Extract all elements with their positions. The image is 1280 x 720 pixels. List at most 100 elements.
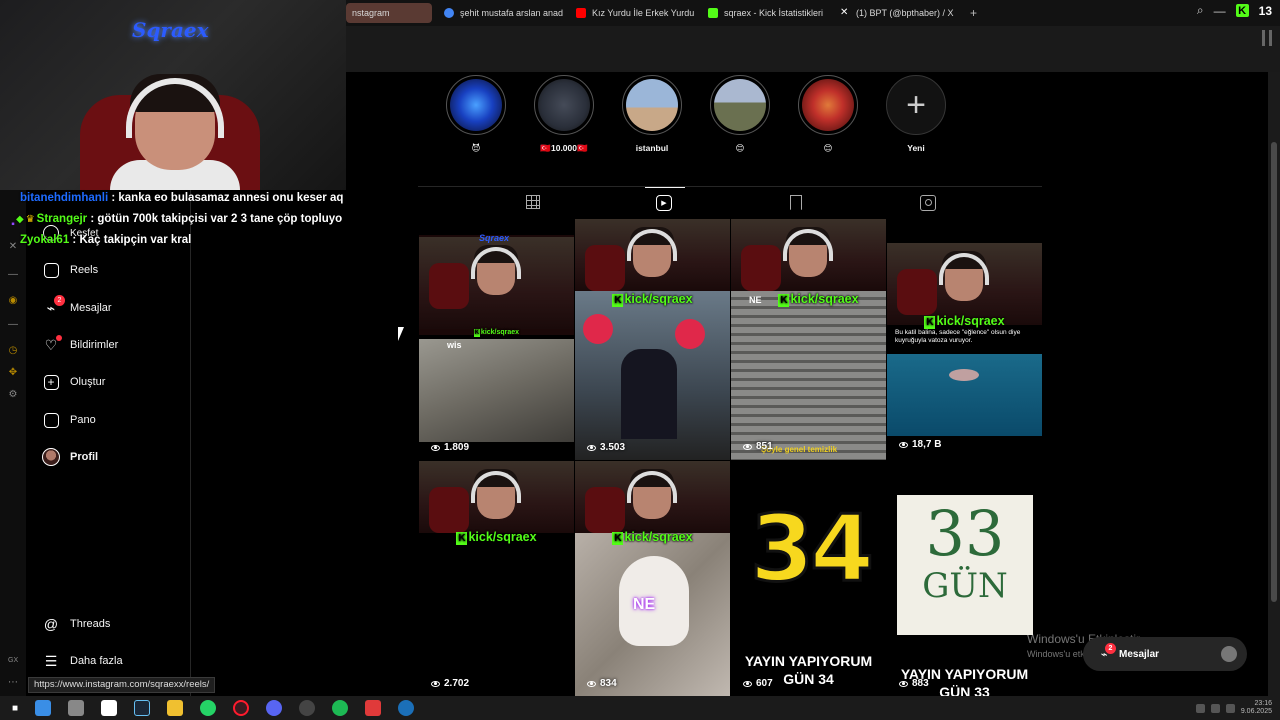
- whatsapp-icon[interactable]: [200, 700, 217, 716]
- story-highlight[interactable]: istanbul: [621, 75, 683, 153]
- reel-tile[interactable]: Sqraex Kkick/sqraex wis 1.809: [419, 219, 574, 460]
- reel-views: 3.503: [587, 442, 625, 453]
- reel-views: 607: [743, 678, 773, 689]
- steam-icon[interactable]: [134, 700, 151, 716]
- taskbar-app-icon[interactable]: [35, 700, 52, 716]
- reel-tile[interactable]: Kkick/sqraex 3.503: [575, 219, 730, 460]
- gx-icon: GX: [8, 657, 19, 664]
- clock-icon: ◷: [8, 345, 18, 356]
- kick-watermark: Kkick/sqraex: [456, 530, 537, 545]
- story-highlight[interactable]: 🇹🇷10.000🇹🇷: [533, 75, 595, 154]
- man-figure: [621, 349, 677, 439]
- dash-icon: —: [8, 269, 18, 280]
- eye-icon: [587, 444, 596, 451]
- reel-tile[interactable]: 34 YAYIN YAPIYORUM GÜN 34 607: [731, 461, 886, 696]
- grid-icon[interactable]: [526, 195, 540, 209]
- reel-tile[interactable]: Kkick/sqraex 2.702: [419, 461, 574, 696]
- taskbar-app-icon[interactable]: [365, 700, 382, 716]
- sidebar-item-more[interactable]: ☰ Daha fazla: [42, 649, 123, 673]
- crown-badge-icon: ♛: [25, 214, 35, 225]
- tray-icon[interactable]: [1195, 703, 1205, 713]
- taskbar-app-icon[interactable]: [68, 700, 85, 716]
- scrollbar-thumb[interactable]: [1271, 142, 1277, 602]
- reel-big-number: 34: [748, 495, 875, 602]
- highlight-label: 🇹🇷10.000🇹🇷: [540, 143, 588, 153]
- threads-icon: @: [43, 616, 59, 632]
- eye-icon: [431, 680, 440, 687]
- volume-icon[interactable]: [1225, 703, 1235, 713]
- eye-icon: [431, 444, 440, 451]
- discord-icon[interactable]: [266, 700, 283, 716]
- highlight-label: 😊: [735, 143, 745, 153]
- new-tab-button[interactable]: +: [970, 6, 977, 20]
- highlight-label: istanbul: [635, 143, 669, 153]
- sidebar-item-threads[interactable]: @ Threads: [42, 612, 110, 636]
- hover-url-status: https://www.instagram.com/sqraexx/reels/: [28, 677, 216, 693]
- system-tray: 23:16 9.06.2025: [1195, 700, 1272, 716]
- reel-video-bg: [731, 291, 886, 460]
- minimize-icon[interactable]: —: [1214, 4, 1226, 18]
- webcam-overlay: Sqraex: [0, 0, 346, 190]
- tab-youtube[interactable]: Kız Yurdu İle Erkek Yurdu: [568, 3, 696, 23]
- kick-watermark: Kkick/sqraex: [473, 329, 520, 337]
- kick-watermark: Kkick/sqraex: [924, 314, 1005, 329]
- highlight-thumbnail: [626, 79, 678, 131]
- system-clock[interactable]: 23:16 9.06.2025: [1241, 700, 1272, 716]
- page-scrollbar[interactable]: [1268, 72, 1280, 696]
- instagram-sidebar: Keşfet Reels ⌁ 2 Mesajlar ♡ Bildirimler +…: [26, 190, 191, 700]
- tagged-icon[interactable]: [920, 195, 936, 211]
- chat-message: ◆ ♛ Strangejr : götün 700k takipçisi var 2…: [16, 211, 343, 232]
- steam-icon-2[interactable]: [398, 700, 415, 716]
- tab-google-search[interactable]: şehit mustafa arslan anad: [436, 3, 564, 23]
- settings-gear-icon: ⚙: [8, 389, 18, 400]
- obs-icon[interactable]: [299, 700, 316, 716]
- windows-taskbar: ■ 23:16 9.06.2025: [0, 696, 1280, 720]
- highlight-thumbnail: [802, 79, 854, 131]
- tab-kick-stats[interactable]: sqraex - Kick İstatistikleri: [700, 3, 828, 23]
- eye-icon: [743, 680, 752, 687]
- hamburger-menu-icon: ☰: [44, 652, 58, 669]
- sidebar-item-reels[interactable]: Reels: [42, 258, 98, 282]
- sidebar-item-olustur[interactable]: + Oluştur: [42, 370, 105, 394]
- sidebar-item-bildirimler[interactable]: ♡ Bildirimler: [42, 333, 118, 357]
- floating-messages-button[interactable]: ⌁ 2 Mesajlar: [1083, 637, 1247, 671]
- reel-views: 834: [587, 678, 617, 689]
- sidebar-item-profil[interactable]: Profil: [42, 445, 98, 469]
- story-highlight[interactable]: 😊: [709, 75, 771, 154]
- tray-icon[interactable]: [1210, 703, 1220, 713]
- reel-tile[interactable]: Kkick/sqraex Bu katil balina, sadece "eğ…: [887, 219, 1042, 460]
- chat-text: : götün 700k takipçisi var 2 3 tane çöp …: [87, 213, 343, 225]
- windows-start-icon[interactable]: ■: [12, 703, 18, 714]
- reel-views: 851: [743, 441, 773, 452]
- sidebar-item-pano[interactable]: Pano: [42, 408, 96, 432]
- x-icon: ✕: [8, 241, 18, 252]
- new-highlight-button[interactable]: + Yeni: [885, 75, 947, 153]
- opera-gx-icon[interactable]: [233, 700, 250, 716]
- eye-icon: [587, 680, 596, 687]
- folder-icon[interactable]: [167, 700, 184, 716]
- reel-ocean-bg: [887, 354, 1042, 436]
- story-highlight[interactable]: 😊: [797, 75, 859, 154]
- tab-instagram[interactable]: nstagram: [346, 3, 432, 23]
- saved-icon[interactable]: [790, 195, 802, 210]
- sidebar-item-mesajlar[interactable]: ⌁ 2 Mesajlar: [42, 295, 112, 320]
- reel-tile[interactable]: 33 GÜN YAYIN YAPIYORUM GÜN 33 883: [887, 461, 1042, 696]
- search-tabs-icon[interactable]: ⌕: [1197, 3, 1204, 18]
- reel-webcam: [575, 461, 730, 533]
- reels-tab-icon[interactable]: ▶: [645, 187, 685, 211]
- reel-tile[interactable]: NE Kkick/sqraex Şöyle genel temizlik 851: [731, 219, 886, 460]
- taskbar-app-icon[interactable]: [101, 700, 118, 716]
- stream-logo: Sqraex: [132, 18, 209, 42]
- highlight-thumbnail: [450, 79, 502, 131]
- tab-x-twitter[interactable]: ✕ (1) BPT (@bpthaber) / X: [832, 3, 960, 23]
- stream-chat-overlay: bitanehdimhanli : kanka eo bulasamaz ann…: [16, 190, 343, 253]
- reel-tile[interactable]: NE Kkick/sqraex 834: [575, 461, 730, 696]
- messages-badge: 2: [1105, 643, 1116, 654]
- chat-badge-icon: ◆: [16, 214, 24, 225]
- more-dots-icon: ⋯: [8, 677, 18, 688]
- reel-game-badge: wis: [447, 340, 462, 350]
- pause-icon[interactable]: [1262, 30, 1272, 46]
- chat-text: : Kaç takipçin var kral: [69, 234, 192, 246]
- story-highlight[interactable]: 😈: [445, 75, 507, 154]
- spotify-icon[interactable]: [332, 700, 349, 716]
